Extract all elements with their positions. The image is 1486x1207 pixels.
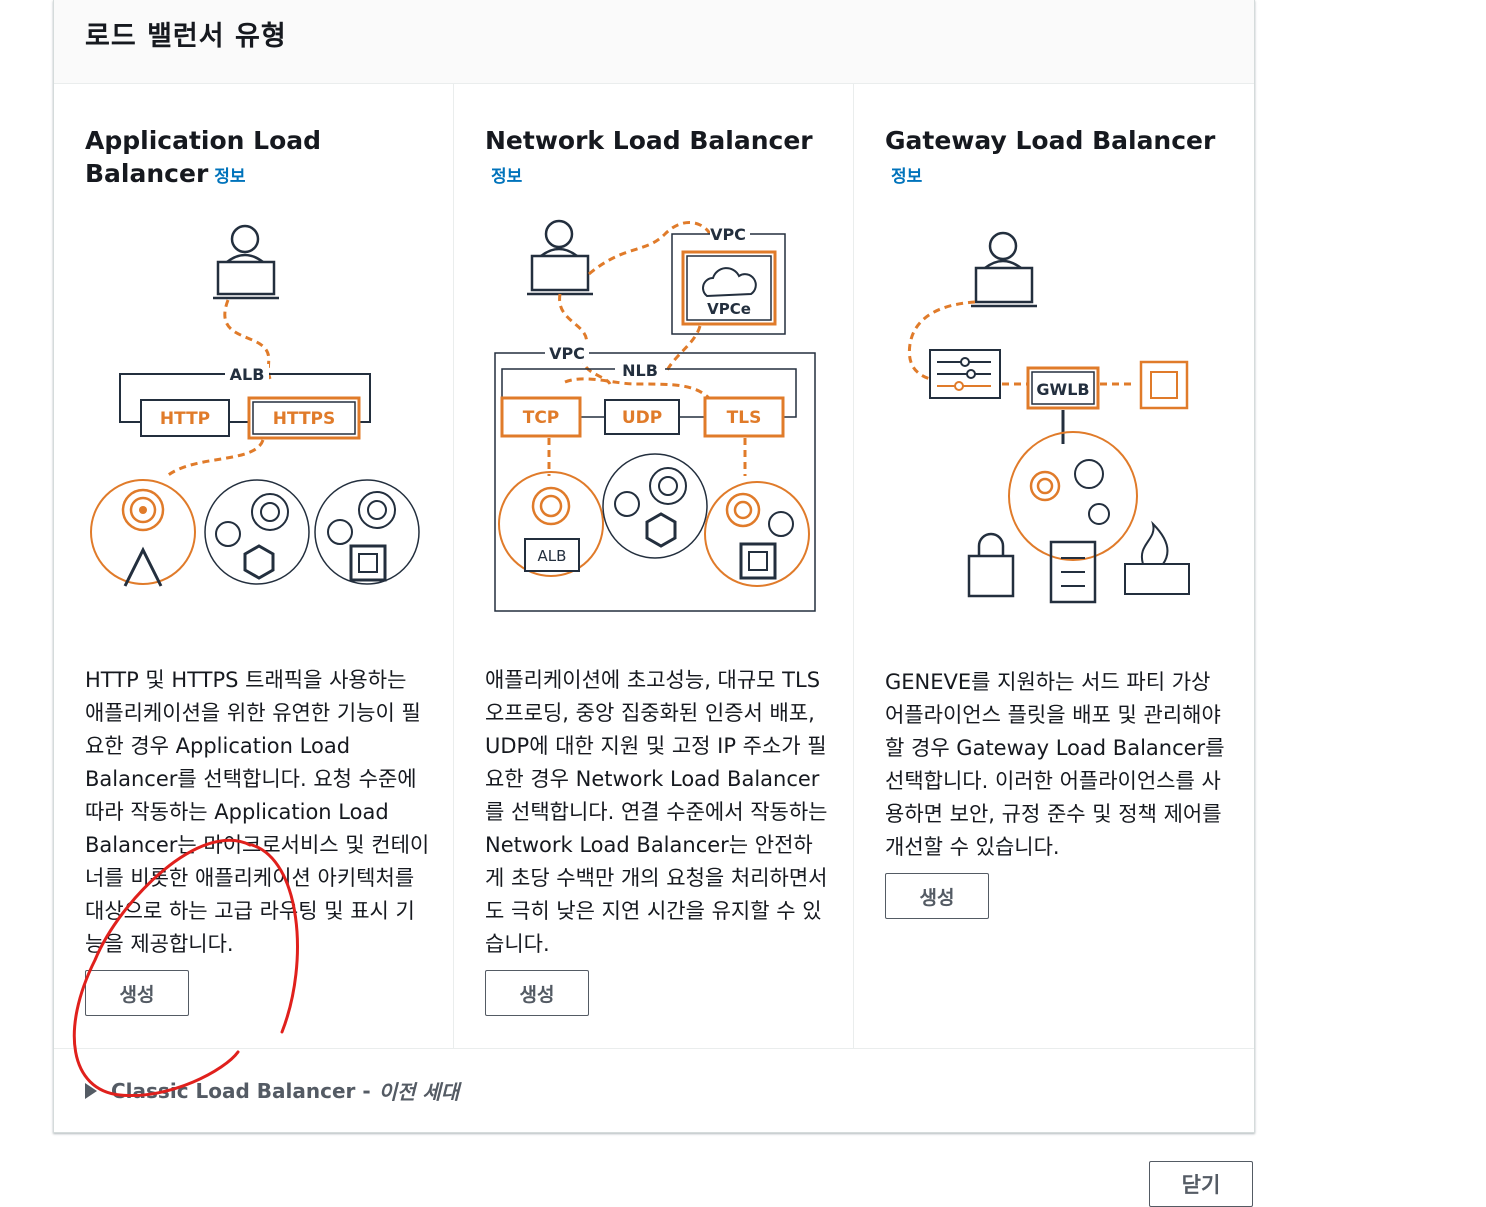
info-link[interactable]: 정보	[891, 167, 922, 187]
alb-diagram: ALB HTTP HTTPS	[90, 224, 420, 587]
card-description: HTTP 및 HTTPS 트래픽을 사용하는 애플리케이션을 위한 유연한 기능…	[85, 668, 430, 956]
user-icon	[527, 219, 593, 296]
nlb-label: NLB	[622, 361, 658, 380]
vpc-label-main: VPC	[549, 344, 585, 363]
caret-right-icon	[85, 1082, 97, 1099]
chip-icon	[1139, 360, 1189, 410]
classic-lb-expander[interactable]: Classic Load Balancer - 이전 세대	[85, 1076, 459, 1105]
listener-https: HTTPS	[273, 409, 336, 429]
close-button[interactable]: 닫기	[1149, 1161, 1253, 1207]
create-gwlb-button[interactable]: 생성	[885, 873, 989, 919]
load-balancer-type-panel: 로드 밸런서 유형 Application Load Balancer 정보 AL…	[53, 0, 1255, 1133]
vpce-label: VPCe	[707, 300, 751, 318]
info-link[interactable]: 정보	[491, 167, 522, 187]
listener-udp: UDP	[622, 408, 662, 428]
listener-tls: TLS	[727, 408, 762, 428]
card-description: 애플리케이션에 초고성능, 대규모 TLS 오프로딩, 중앙 집중화된 인증서 …	[485, 668, 828, 956]
alb-group-label: ALB	[230, 365, 265, 384]
card-title: Application Load Balancer 정보	[85, 124, 425, 194]
card-title-text: Network Load Balancer	[485, 126, 813, 155]
panel-title: 로드 밸런서 유형	[85, 21, 287, 52]
gwlb-diagram: GWLB	[907, 231, 1190, 604]
card-title: Network Load Balancer 정보	[485, 124, 825, 194]
checklist-icon	[1049, 540, 1097, 604]
nlb-diagram: VPC VPCe VPC NLB TCP UDP TLS ALB	[494, 219, 816, 612]
card-network-lb: Network Load Balancer 정보 VPC VPCe VPC NLB…	[454, 84, 854, 1048]
instance-target-icon	[314, 479, 420, 585]
card-title-text: Application Load Balancer	[85, 126, 322, 188]
card-application-lb: Application Load Balancer 정보 ALB HTTP HTT…	[54, 84, 454, 1048]
classic-lb-era: 이전 세대	[378, 1080, 460, 1104]
create-alb-button[interactable]: 생성	[85, 970, 189, 1016]
card-title-text: Gateway Load Balancer	[885, 126, 1216, 155]
instance-target-icon	[704, 481, 810, 587]
info-link[interactable]: 정보	[214, 167, 245, 187]
user-icon	[213, 224, 279, 300]
lock-icon	[967, 532, 1015, 598]
card-title: Gateway Load Balancer 정보	[885, 124, 1225, 194]
listener-http: HTTP	[160, 409, 210, 429]
card-description: GENEVE를 지원하는 서드 파티 가상 어플라이언스 플릿을 배포 및 관리…	[885, 670, 1225, 859]
vpc-label-top: VPC	[710, 225, 746, 244]
firewall-icon	[1124, 520, 1190, 595]
lambda-target-icon	[90, 479, 196, 587]
card-gateway-lb: Gateway Load Balancer 정보 GWLB GENEVE를 지원하…	[854, 84, 1253, 1048]
container-target-icon	[602, 453, 708, 559]
classic-lb-label: Classic Load Balancer -	[111, 1078, 371, 1103]
panel-header: 로드 밸런서 유형	[54, 0, 1254, 84]
create-nlb-button[interactable]: 생성	[485, 970, 589, 1016]
gwlb-label: GWLB	[1036, 380, 1089, 399]
user-icon	[971, 231, 1037, 308]
alb-target-label: ALB	[538, 547, 567, 565]
container-target-icon	[204, 479, 310, 585]
card-columns: Application Load Balancer 정보 ALB HTTP HTT…	[54, 84, 1254, 1049]
listener-tcp: TCP	[523, 408, 560, 428]
alb-target-icon: ALB	[498, 471, 604, 577]
target-icons	[1029, 459, 1110, 525]
appliance-icon	[929, 349, 1001, 399]
